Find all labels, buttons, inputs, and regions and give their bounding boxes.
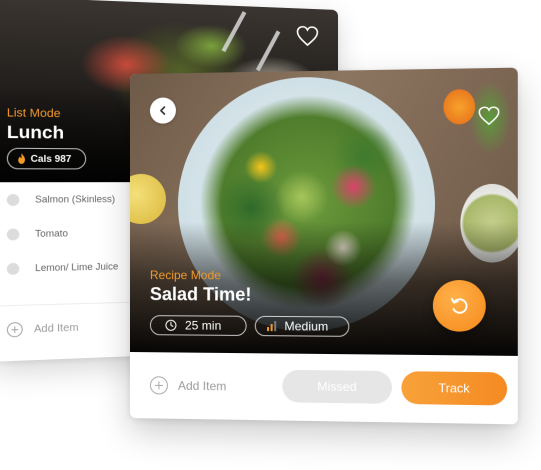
add-item-button[interactable]: Add Item bbox=[149, 376, 227, 395]
signal-bars-icon bbox=[267, 321, 277, 332]
back-button[interactable] bbox=[149, 97, 176, 124]
plus-circle-icon bbox=[149, 376, 168, 395]
checkbox-circle[interactable] bbox=[6, 262, 20, 275]
recipe-actions-footer: Add Item Missed Track bbox=[130, 352, 518, 425]
flower-decoration bbox=[443, 88, 476, 125]
track-button[interactable]: Track bbox=[401, 371, 508, 406]
meal-title: Lunch bbox=[6, 121, 65, 143]
add-item-label: Add Item bbox=[177, 378, 227, 394]
cook-time-badge: 25 min bbox=[149, 315, 247, 336]
calories-text: Cals 987 bbox=[30, 153, 72, 165]
plus-circle-icon bbox=[6, 321, 23, 338]
list-item-label: Tomato bbox=[35, 227, 69, 240]
app-mockup-stage: List Mode Lunch Cals 987 Salmon (Skinles… bbox=[0, 0, 541, 470]
recipe-title: Salad Time! bbox=[149, 284, 252, 305]
mode-label: Recipe Mode bbox=[149, 268, 222, 283]
add-item-button[interactable]: Add Item bbox=[6, 320, 79, 338]
difficulty-badge: Medium bbox=[254, 315, 350, 337]
checkbox-circle[interactable] bbox=[6, 193, 20, 206]
flame-icon bbox=[18, 153, 25, 164]
heart-icon[interactable] bbox=[296, 24, 320, 47]
cook-time-text: 25 min bbox=[184, 318, 222, 333]
calories-badge: Cals 987 bbox=[6, 147, 86, 170]
checkbox-circle[interactable] bbox=[6, 227, 20, 240]
difficulty-text: Medium bbox=[284, 319, 329, 334]
list-item-label: Lemon/ Lime Juice bbox=[35, 261, 119, 274]
chevron-left-icon bbox=[159, 105, 165, 115]
lemon-decoration bbox=[130, 173, 166, 225]
recipe-mode-card: Recipe Mode Salad Time! 25 min Medium Ad… bbox=[130, 67, 518, 425]
mode-label: List Mode bbox=[6, 106, 61, 121]
heart-icon[interactable] bbox=[477, 105, 500, 126]
restart-button[interactable] bbox=[432, 279, 486, 332]
missed-button[interactable]: Missed bbox=[282, 369, 392, 404]
bowl-decoration bbox=[460, 183, 518, 263]
refresh-icon bbox=[449, 295, 470, 316]
add-item-label: Add Item bbox=[33, 321, 79, 335]
list-item-label: Salmon (Skinless) bbox=[35, 193, 116, 205]
clock-icon bbox=[165, 319, 177, 331]
salad-decoration bbox=[200, 93, 417, 310]
fork-decoration bbox=[221, 11, 281, 72]
